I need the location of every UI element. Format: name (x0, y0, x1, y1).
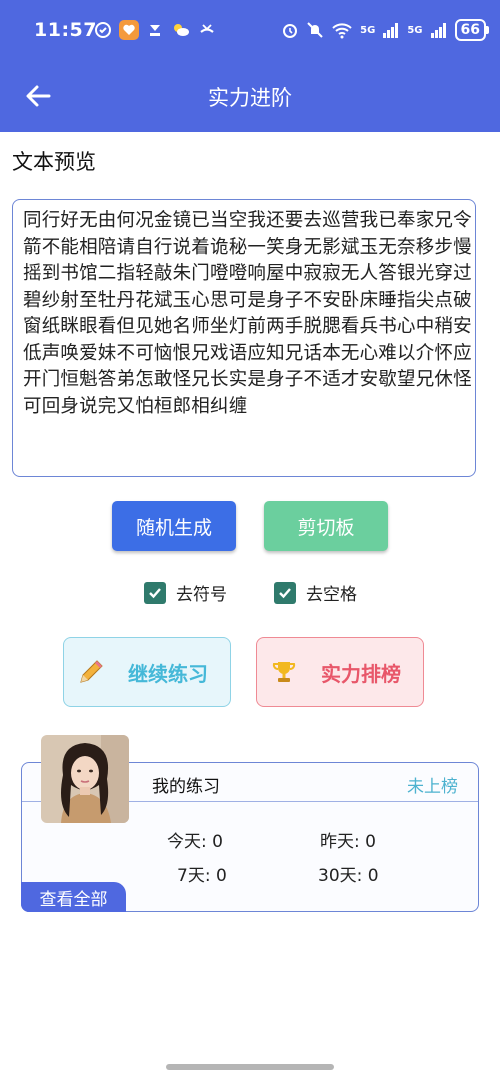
checkmark-icon (279, 587, 291, 598)
app-notification-icon (93, 20, 113, 40)
remove-spaces-checkbox[interactable] (274, 581, 296, 604)
stat-today: 今天: 0 (167, 832, 223, 852)
clipboard-button[interactable]: 剪切板 (264, 501, 388, 551)
signal-icon (383, 23, 399, 38)
mute-icon (307, 22, 323, 38)
network-type-label: 5G (360, 24, 376, 36)
system-status-icons: 5G 5G 66 (281, 19, 490, 41)
rank-status: 未上榜 (407, 777, 458, 797)
status-time: 11:57 (34, 19, 97, 41)
signal-icon-2 (430, 23, 446, 38)
trophy-icon (269, 657, 299, 687)
practice-title: 我的练习 (152, 777, 220, 797)
battery-indicator: 66 (454, 19, 490, 41)
random-generate-button[interactable]: 随机生成 (112, 501, 236, 551)
remove-spaces-option[interactable]: 去空格 (274, 580, 357, 605)
status-bar: 11:57 5G 5G 66 (0, 0, 500, 62)
ranking-label: 实力排榜 (321, 661, 401, 686)
avatar[interactable] (41, 735, 129, 823)
remove-spaces-label: 去空格 (306, 585, 357, 605)
pencil-icon (76, 657, 106, 687)
missed-call-icon (197, 20, 217, 40)
stat-yesterday: 昨天: 0 (320, 832, 376, 852)
checkmark-icon (149, 587, 161, 598)
remove-symbols-checkbox[interactable] (144, 581, 166, 604)
gesture-nav-handle[interactable] (166, 1064, 334, 1070)
alarm-icon (283, 24, 298, 38)
page-title: 实力进阶 (208, 86, 292, 110)
network-type-label-2: 5G (407, 24, 423, 36)
remove-symbols-option[interactable]: 去符号 (144, 580, 227, 605)
app-bar: 实力进阶 (0, 62, 500, 132)
view-all-button[interactable]: 查看全部 (21, 882, 126, 912)
continue-practice-button[interactable]: 继续练习 (63, 637, 231, 707)
notification-icons (93, 20, 217, 40)
wifi-icon (332, 23, 352, 39)
weibo-app-icon (145, 20, 165, 40)
continue-practice-label: 继续练习 (128, 661, 208, 686)
heart-app-icon (119, 20, 139, 40)
stat-30-days: 30天: 0 (318, 866, 379, 886)
remove-symbols-label: 去符号 (176, 585, 227, 605)
weather-icon (171, 20, 191, 40)
stat-7-days: 7天: 0 (177, 866, 227, 886)
ranking-button[interactable]: 实力排榜 (256, 637, 424, 707)
preview-section-title: 文本预览 (12, 150, 96, 174)
text-preview-box[interactable]: 同行好无由何况金镜已当空我还要去巡营我已奉家兄令箭不能相陪请自行说着诡秘一笑身无… (12, 199, 476, 477)
